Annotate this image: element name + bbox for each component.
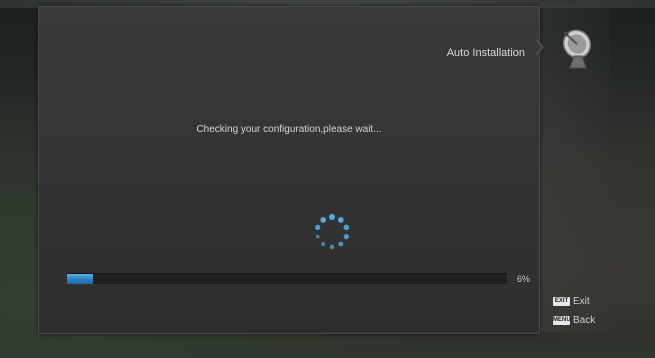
satellite-dish-icon — [562, 29, 592, 69]
help-exit-label: Exit — [573, 296, 590, 307]
status-message: Checking your configuration,please wait.… — [196, 124, 382, 135]
help-back[interactable]: MENU Back — [553, 315, 595, 326]
loading-spinner-icon — [315, 214, 350, 250]
progress-percent: 6% — [517, 274, 531, 284]
menu-title: Auto Installation — [446, 47, 525, 59]
progress-bar — [67, 273, 507, 284]
installation-panel: Auto Installation Checking your configur… — [38, 6, 540, 334]
exit-key-icon: EXIT — [553, 297, 570, 306]
menu-key-icon: MENU — [553, 316, 571, 325]
side-panel — [540, 6, 610, 332]
help-exit[interactable]: EXIT Exit — [553, 296, 590, 307]
help-back-label: Back — [573, 315, 596, 326]
bottom-strip — [0, 338, 655, 358]
progress-fill — [67, 274, 94, 284]
chevron-inner — [535, 40, 541, 54]
